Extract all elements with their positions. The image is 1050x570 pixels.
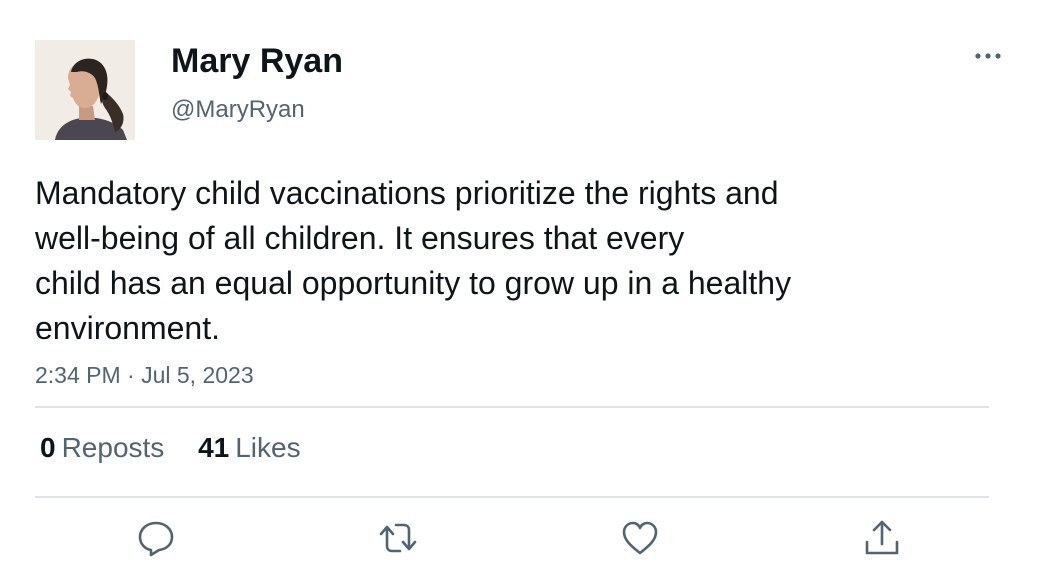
- reposts-label: Reposts: [61, 432, 165, 463]
- like-button[interactable]: [620, 518, 660, 558]
- likes-stat[interactable]: 41 Likes: [198, 432, 301, 464]
- heart-icon: [622, 521, 658, 555]
- tweet-text: Mandatory child vaccinations prioritize …: [35, 175, 792, 346]
- more-horizontal-icon: [975, 53, 1001, 59]
- author-handle[interactable]: @MaryRyan: [171, 96, 305, 124]
- share-button[interactable]: [862, 518, 902, 558]
- tweet-timestamp[interactable]: 2:34 PM · Jul 5, 2023: [35, 362, 254, 389]
- likes-count: 41: [198, 432, 230, 463]
- repost-button[interactable]: [378, 518, 418, 558]
- divider-bottom: [35, 496, 989, 498]
- tweet-card: Mary Ryan @MaryRyan Mandatory child vacc…: [0, 0, 1050, 570]
- divider-top: [35, 406, 989, 408]
- reply-icon: [138, 521, 174, 557]
- author-display-name[interactable]: Mary Ryan: [171, 42, 343, 81]
- profile-photo-icon: [35, 40, 135, 140]
- avatar[interactable]: [35, 40, 135, 140]
- repost-icon: [379, 523, 417, 553]
- likes-label: Likes: [235, 432, 301, 463]
- reposts-stat[interactable]: 0 Reposts: [40, 432, 164, 464]
- engagement-stats: 0 Reposts 41 Likes: [40, 432, 327, 464]
- reposts-count: 0: [40, 432, 56, 463]
- more-options-button[interactable]: [970, 44, 1006, 68]
- reply-button[interactable]: [136, 518, 176, 558]
- share-icon: [865, 520, 899, 555]
